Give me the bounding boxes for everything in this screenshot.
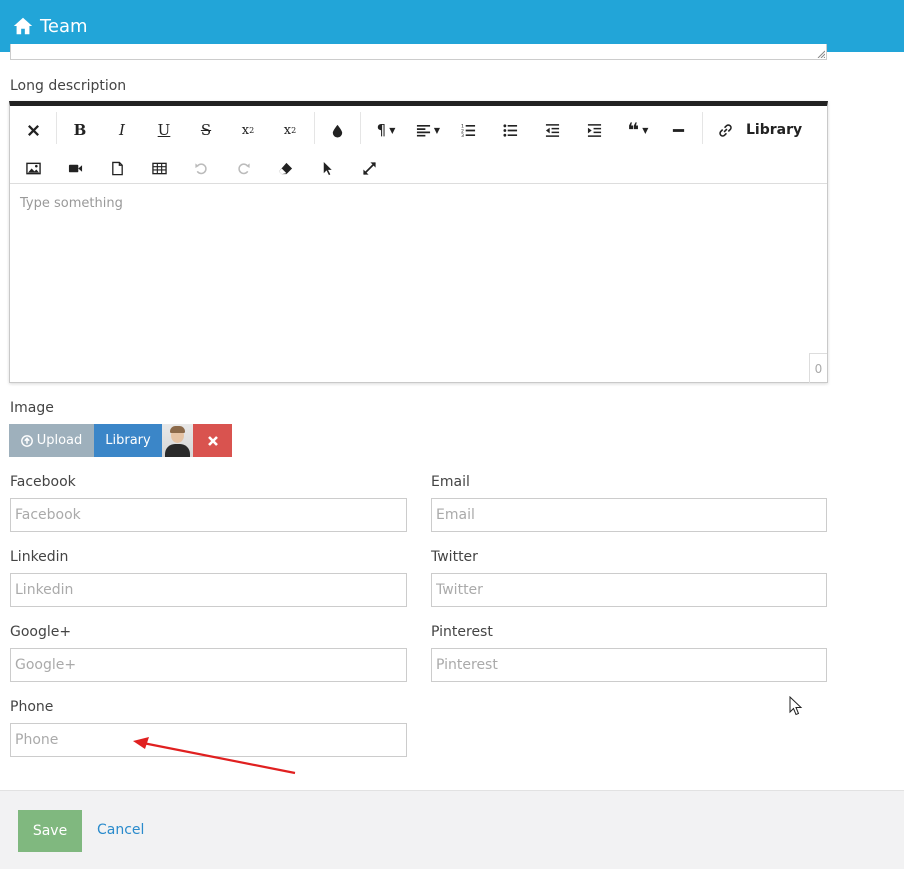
redo-icon[interactable] (225, 152, 261, 184)
phone-label: Phone (10, 699, 54, 715)
superscript-icon[interactable]: x2 (272, 114, 308, 146)
close-icon (207, 435, 218, 446)
quote-icon[interactable]: ❝ ▼ (618, 114, 658, 146)
googleplus-input[interactable] (10, 648, 407, 682)
ordered-list-icon[interactable]: 123 (450, 114, 486, 146)
twitter-input[interactable] (431, 573, 827, 607)
long-description-label: Long description (10, 78, 127, 94)
phone-input[interactable] (10, 723, 407, 757)
remove-image-button[interactable] (193, 424, 232, 457)
image-label: Image (10, 400, 54, 416)
home-icon[interactable] (12, 15, 34, 37)
upload-circle-icon (20, 434, 33, 447)
editor-placeholder: Type something (20, 196, 123, 211)
underline-icon[interactable]: U (146, 114, 182, 146)
select-pointer-icon[interactable] (309, 152, 345, 184)
bold-icon[interactable]: B (62, 114, 98, 146)
linkedin-label: Linkedin (10, 549, 69, 565)
link-icon[interactable] (707, 114, 743, 146)
strikethrough-icon[interactable]: S (188, 114, 224, 146)
pinterest-input[interactable] (431, 648, 827, 682)
twitter-label: Twitter (431, 549, 478, 565)
indent-icon[interactable] (576, 114, 612, 146)
email-input[interactable] (431, 498, 827, 532)
undo-icon[interactable] (183, 152, 219, 184)
toolbar-separator (314, 112, 315, 144)
character-counter: 0 (809, 353, 827, 383)
align-icon[interactable]: ▼ (408, 114, 448, 146)
italic-icon[interactable]: I (104, 114, 140, 146)
email-label: Email (431, 474, 470, 490)
color-drop-icon[interactable] (319, 114, 355, 146)
toolbar-separator (702, 112, 703, 144)
table-icon[interactable] (141, 152, 177, 184)
fullscreen-icon[interactable] (351, 152, 387, 184)
toolbar-separator (360, 112, 361, 144)
image-icon[interactable] (15, 152, 51, 184)
linkedin-input[interactable] (10, 573, 407, 607)
facebook-label: Facebook (10, 474, 76, 490)
image-thumbnail[interactable] (162, 424, 193, 457)
page-title: Team (40, 15, 88, 37)
editor-content-area[interactable]: Type something 0 (10, 184, 827, 383)
image-upload-group: Upload Library (9, 424, 232, 457)
mouse-cursor-icon (789, 696, 803, 716)
clear-format-icon[interactable] (15, 114, 51, 146)
image-library-button[interactable]: Library (94, 424, 162, 457)
horizontal-rule-icon[interactable] (660, 114, 696, 146)
paragraph-icon[interactable]: ¶ ▼ (366, 114, 406, 146)
svg-text:3: 3 (461, 133, 464, 138)
toolbar-separator (56, 112, 57, 144)
upload-button-label: Upload (36, 433, 83, 448)
outdent-icon[interactable] (534, 114, 570, 146)
unordered-list-icon[interactable] (492, 114, 528, 146)
googleplus-label: Google+ (10, 624, 72, 640)
save-button[interactable]: Save (18, 810, 82, 852)
pinterest-label: Pinterest (431, 624, 493, 640)
subscript-icon[interactable]: x2 (230, 114, 266, 146)
editor-library-button[interactable]: Library (746, 114, 802, 146)
file-icon[interactable] (99, 152, 135, 184)
video-icon[interactable] (57, 152, 93, 184)
facebook-input[interactable] (10, 498, 407, 532)
rich-text-editor: B I U S x2 x2 ¶ ▼ ▼ 123 ❝ ▼ Library Type s… (9, 101, 828, 383)
short-description-textarea[interactable] (10, 44, 827, 60)
editor-toolbar: B I U S x2 x2 ¶ ▼ ▼ 123 ❝ ▼ Library (10, 106, 827, 184)
eraser-icon[interactable] (267, 152, 303, 184)
cancel-link[interactable]: Cancel (97, 822, 144, 838)
upload-button[interactable]: Upload (9, 424, 94, 457)
resize-grip-icon[interactable] (817, 50, 825, 58)
form-footer: Save Cancel (0, 790, 904, 869)
